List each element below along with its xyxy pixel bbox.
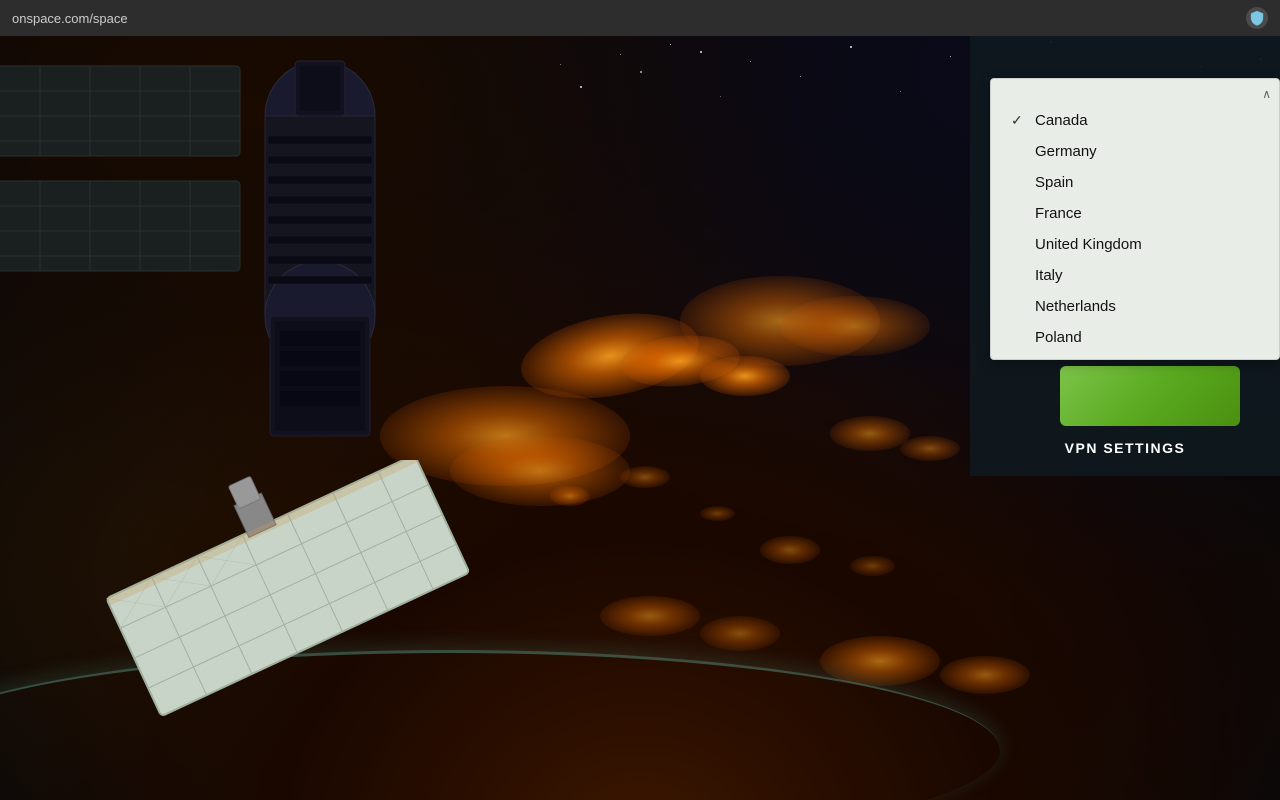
country-label: Spain <box>1035 174 1073 191</box>
dropdown-item-spain[interactable]: Spain <box>991 167 1279 198</box>
country-label: Germany <box>1035 143 1097 160</box>
space-station <box>0 36 630 516</box>
dropdown-item-united-kingdom[interactable]: United Kingdom <box>991 229 1279 260</box>
dropdown-items: ✓ Canada Germany Spain France United Kingdom I… <box>991 105 1279 353</box>
url-bar[interactable]: onspace.com/space <box>12 11 1268 26</box>
country-label: Italy <box>1035 267 1063 284</box>
country-dropdown[interactable]: ∧ ✓CanadaGermanySpainFranceUnited Kingdo… <box>990 78 1280 360</box>
dropdown-item-canada[interactable]: ✓ Canada <box>991 105 1279 136</box>
dropdown-item-netherlands[interactable]: Netherlands <box>991 291 1279 322</box>
vpn-panel: ∧ ✓CanadaGermanySpainFranceUnited Kingdo… <box>970 36 1280 476</box>
dropdown-item-italy[interactable]: Italy <box>991 260 1279 291</box>
browser-toolbar: onspace.com/space <box>0 0 1280 36</box>
shield-icon[interactable] <box>1246 7 1268 29</box>
vpn-settings-label: VPN SETTINGS <box>970 440 1280 456</box>
country-label: Poland <box>1035 329 1082 346</box>
country-label: France <box>1035 205 1082 222</box>
checkmark-icon: ✓ <box>1011 112 1027 129</box>
dropdown-item-germany[interactable]: Germany <box>991 136 1279 167</box>
dropdown-item-france[interactable]: France <box>991 198 1279 229</box>
main-content: ∧ ✓CanadaGermanySpainFranceUnited Kingdo… <box>0 36 1280 800</box>
country-label: Canada <box>1035 112 1088 129</box>
solar-panel-bottom <box>100 460 480 720</box>
country-label: Netherlands <box>1035 298 1116 315</box>
connect-button[interactable] <box>1060 366 1240 426</box>
dropdown-item-poland[interactable]: Poland <box>991 322 1279 353</box>
country-label: United Kingdom <box>1035 236 1142 253</box>
